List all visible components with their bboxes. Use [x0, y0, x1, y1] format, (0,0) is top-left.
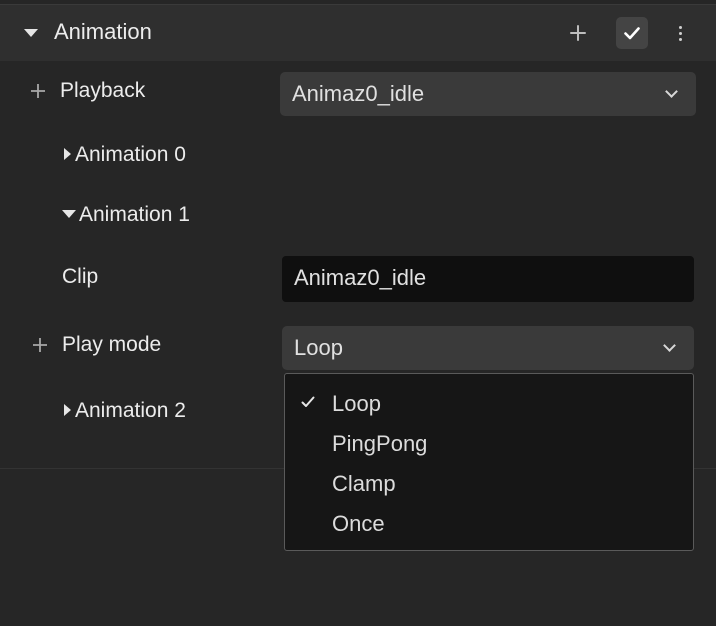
play-mode-select-value: Loop — [294, 335, 343, 360]
option-label: Clamp — [332, 471, 396, 496]
add-button[interactable] — [562, 17, 594, 49]
dropdown-option-loop[interactable]: Loop — [285, 384, 693, 424]
option-label: Loop — [332, 391, 381, 416]
animation-0-label: Animation 0 — [75, 143, 186, 166]
add-play-mode-icon[interactable] — [32, 332, 48, 360]
expand-down-icon — [62, 210, 76, 218]
clip-field[interactable]: Animaz0_idle — [282, 256, 694, 302]
animation-panel: Animation Playback Animaz0_idle Animatio… — [0, 0, 716, 626]
animation-1-label: Animation 1 — [79, 203, 190, 226]
animation-2-toggle[interactable]: Animation 2 — [64, 399, 186, 423]
animation-2-label: Animation 2 — [75, 399, 186, 422]
more-options-button[interactable] — [664, 17, 696, 49]
check-icon — [624, 27, 640, 40]
chevron-down-icon — [663, 339, 676, 352]
clip-label: Clip — [62, 265, 99, 288]
play-mode-dropdown: Loop PingPong Clamp Once — [284, 373, 694, 551]
playback-label: Playback — [60, 79, 146, 102]
clip-field-value: Animaz0_idle — [294, 265, 427, 290]
animation-1-toggle[interactable]: Animation 1 — [62, 203, 190, 227]
section-title: Animation — [54, 19, 152, 44]
animation-0-toggle[interactable]: Animation 0 — [64, 143, 186, 167]
dropdown-option-pingpong[interactable]: PingPong — [285, 424, 693, 464]
playback-select-value: Animaz0_idle — [292, 81, 425, 106]
expand-right-icon — [64, 404, 71, 416]
option-label: PingPong — [332, 431, 428, 456]
option-label: Once — [332, 511, 385, 536]
check-icon — [301, 396, 315, 407]
expand-right-icon — [64, 148, 71, 160]
dropdown-option-clamp[interactable]: Clamp — [285, 464, 693, 504]
add-playback-icon[interactable] — [30, 78, 46, 106]
playback-select[interactable]: Animaz0_idle — [280, 72, 696, 116]
dropdown-option-once[interactable]: Once — [285, 504, 693, 544]
section-header: Animation — [0, 4, 716, 61]
plus-icon — [570, 25, 586, 41]
collapse-caret-icon[interactable] — [24, 29, 38, 37]
confirm-button[interactable] — [616, 17, 648, 49]
chevron-down-icon — [665, 85, 678, 98]
play-mode-label: Play mode — [62, 333, 162, 356]
more-vertical-icon — [678, 25, 682, 41]
play-mode-select[interactable]: Loop — [282, 326, 694, 370]
